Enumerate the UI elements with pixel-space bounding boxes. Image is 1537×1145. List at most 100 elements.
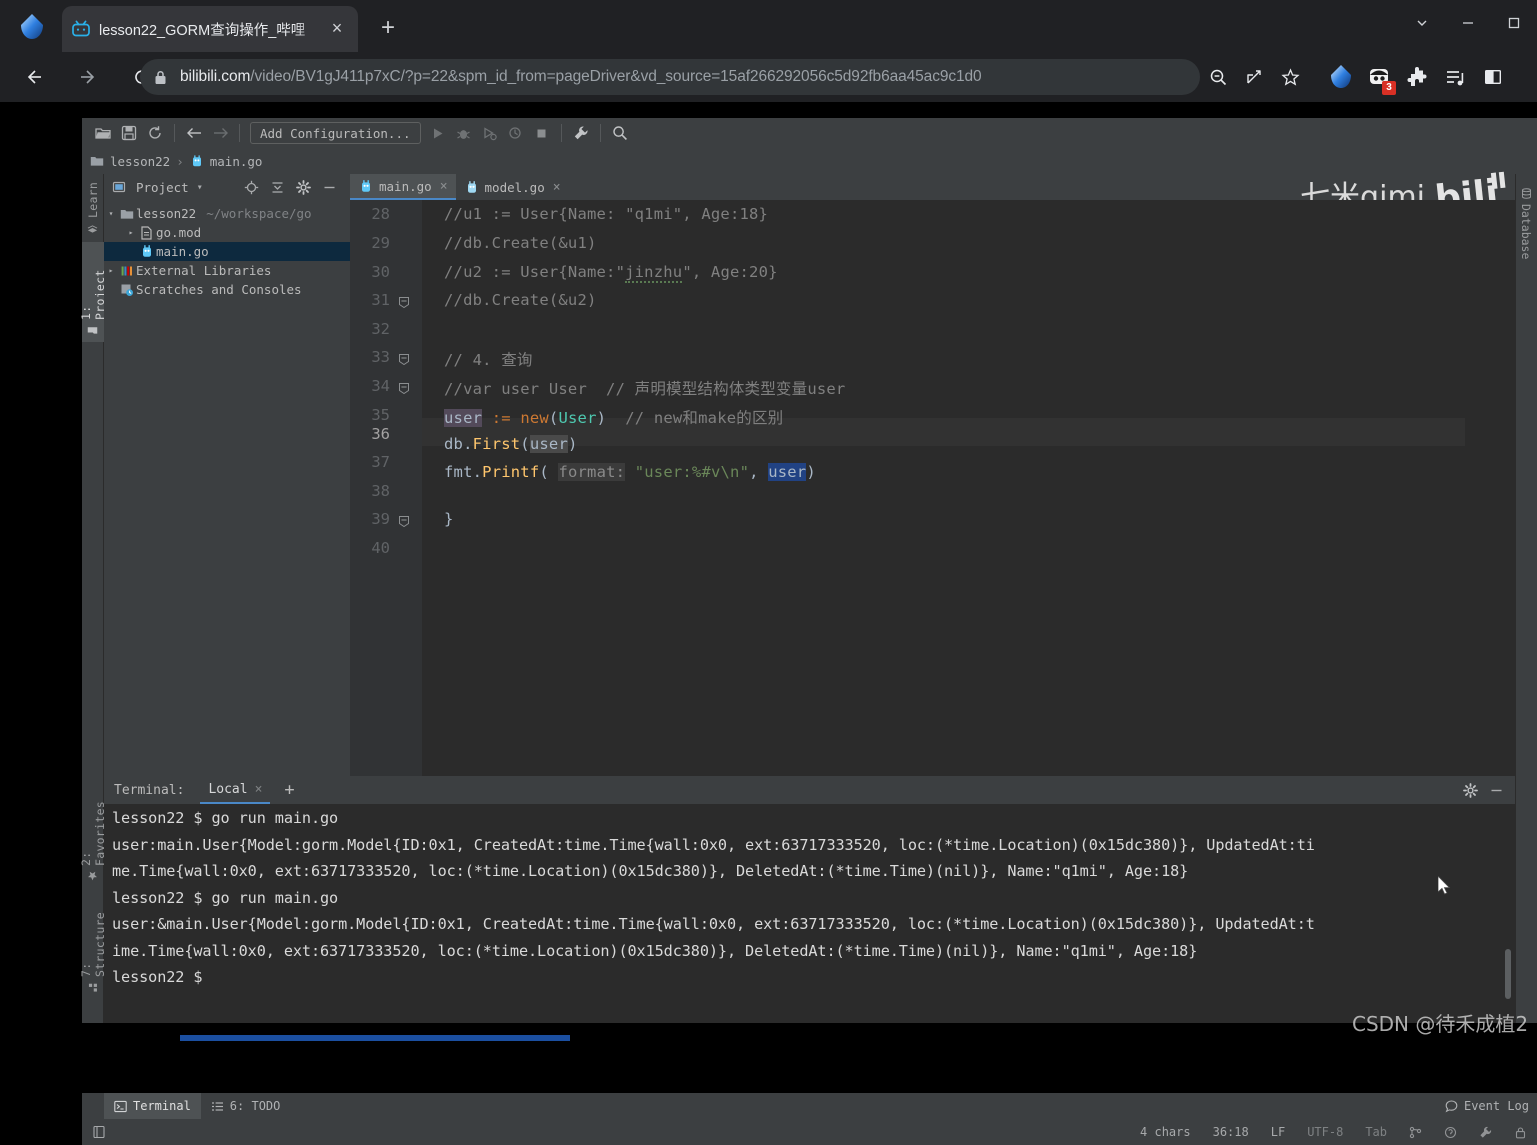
terminal-panel: Terminal: Local × + lesson22 $ go run ma… — [104, 776, 1515, 1023]
code-token-user-type: User — [558, 409, 596, 427]
tree-row-scratches[interactable]: Scratches and Consoles — [104, 280, 350, 299]
sidebar-item-database[interactable]: Database — [1515, 182, 1537, 265]
terminal-line: me.Time{wall:0x0, ext:63717333520, loc:(… — [112, 862, 1515, 889]
maximize-button[interactable] — [1491, 0, 1537, 46]
hide-panel-icon[interactable] — [1483, 778, 1509, 802]
chevron-right-icon[interactable]: ▸ — [124, 228, 138, 237]
sidebar-item-learn[interactable]: Learn — [82, 174, 104, 242]
chevron-right-icon[interactable]: ▸ — [104, 266, 118, 275]
layout-icon[interactable] — [92, 1125, 106, 1139]
sidebar-item-favorites[interactable]: 2: Favorites — [82, 779, 104, 887]
tool-window-terminal[interactable]: Terminal — [104, 1093, 201, 1119]
parameter-hint-format: format: — [558, 463, 625, 481]
side-panel-icon[interactable] — [1474, 59, 1512, 95]
close-icon[interactable]: × — [255, 782, 263, 797]
brand-extension-icon[interactable] — [1322, 59, 1360, 95]
locate-icon[interactable] — [242, 178, 260, 196]
status-indent[interactable]: Tab — [1365, 1125, 1387, 1139]
code-token-first: First — [473, 435, 521, 453]
sidebar-item-structure[interactable]: 7: Structure — [82, 887, 104, 999]
status-caret-position[interactable]: 36:18 — [1213, 1125, 1249, 1139]
status-encoding[interactable]: UTF-8 — [1307, 1125, 1343, 1139]
code-line-36: db.First(user) — [444, 435, 578, 453]
editor-tab-label-main-go: main.go — [379, 179, 432, 194]
editor-gutter[interactable]: 28 29 30 31 32 33 34 35 36 37 38 39 40 — [350, 200, 422, 776]
branch-icon[interactable] — [1409, 1126, 1422, 1139]
event-log-button[interactable]: Event Log — [1445, 1099, 1529, 1113]
gear-icon[interactable] — [1457, 778, 1483, 802]
breadcrumb-label-project: lesson22 — [110, 154, 170, 169]
close-icon[interactable]: × — [553, 180, 561, 195]
navigate-back-icon[interactable] — [181, 121, 207, 145]
run-with-coverage-icon[interactable] — [477, 121, 503, 145]
breadcrumb-item-project[interactable]: lesson22 — [90, 154, 170, 169]
fold-marker-icon[interactable] — [398, 379, 412, 393]
profile-icon[interactable] — [503, 121, 529, 145]
zoom-out-icon[interactable] — [1200, 59, 1236, 95]
new-tab-button[interactable]: + — [372, 12, 404, 44]
back-icon[interactable] — [14, 57, 54, 97]
toolbar-divider — [174, 124, 175, 142]
tree-row-gomod[interactable]: ▸ go.mod — [104, 223, 350, 242]
run-configuration-selector[interactable]: Add Configuration... — [250, 122, 421, 144]
terminal-output[interactable]: lesson22 $ go run main.go user:main.User… — [104, 804, 1515, 1023]
code-line-30-typo: jinzhu — [625, 263, 682, 283]
browser-tab-active[interactable]: lesson22_GORM查询操作_哔哩 × — [62, 6, 358, 52]
tree-row-maingo[interactable]: main.go — [104, 242, 350, 261]
editor-tab-main-go[interactable]: main.go × — [350, 174, 456, 200]
playlist-icon[interactable] — [1436, 59, 1474, 95]
hide-panel-icon[interactable] — [320, 178, 338, 196]
tree-row-external-libraries[interactable]: ▸ External Libraries — [104, 261, 350, 280]
tool-window-todo[interactable]: 6: TODO — [201, 1093, 291, 1119]
line-number: 35 — [356, 406, 390, 424]
close-icon[interactable]: × — [326, 18, 348, 40]
terminal-line: lesson22 $ go run main.go — [112, 809, 1515, 836]
editor-tab-model-go[interactable]: model.go × — [456, 174, 569, 200]
run-icon[interactable] — [425, 121, 451, 145]
close-icon[interactable]: × — [440, 179, 448, 194]
wrench-icon[interactable] — [1479, 1126, 1492, 1139]
status-line-separator[interactable]: LF — [1271, 1125, 1285, 1139]
breadcrumb-label-file: main.go — [210, 154, 263, 169]
terminal-header: Terminal: Local × + — [104, 776, 1515, 804]
search-icon[interactable] — [607, 121, 633, 145]
wrench-icon[interactable] — [568, 121, 594, 145]
terminal-scrollbar[interactable] — [1505, 949, 1511, 999]
bookmark-star-icon[interactable] — [1272, 59, 1308, 95]
chevron-down-icon[interactable]: ▾ — [104, 209, 118, 218]
code-line-30: //u2 := User{Name:"jinzhu", Age:20} — [444, 263, 778, 281]
navigate-forward-icon[interactable] — [207, 121, 233, 145]
collapse-all-icon[interactable] — [268, 178, 286, 196]
code-text-area[interactable]: //u1 := User{Name: "q1mi", Age:18} //db.… — [422, 200, 1517, 776]
minimize-button[interactable] — [1445, 0, 1491, 46]
share-icon[interactable] — [1236, 59, 1272, 95]
tree-row-lesson22[interactable]: ▾ lesson22 ~/workspace/go — [104, 204, 350, 223]
adblock-extension-icon[interactable]: 3 — [1360, 59, 1398, 95]
new-terminal-button[interactable]: + — [284, 780, 294, 800]
open-folder-icon[interactable] — [90, 121, 116, 145]
tree-label-external-libraries: External Libraries — [136, 263, 271, 278]
settings-gear-icon[interactable] — [294, 178, 312, 196]
sync-icon[interactable] — [142, 121, 168, 145]
chevron-down-icon[interactable]: ▾ — [197, 182, 203, 193]
debug-icon[interactable] — [451, 121, 477, 145]
chevron-down-icon[interactable] — [1399, 0, 1445, 46]
line-number: 39 — [356, 510, 390, 528]
lock-icon[interactable] — [1514, 1126, 1527, 1139]
breadcrumb-item-file[interactable]: main.go — [190, 154, 263, 169]
fold-marker-icon[interactable] — [398, 293, 412, 307]
fold-marker-icon[interactable] — [398, 350, 412, 364]
sidebar-item-project[interactable]: 1: Project — [82, 242, 104, 342]
fold-marker-icon[interactable] — [398, 512, 412, 526]
inspections-icon[interactable] — [1444, 1126, 1457, 1139]
save-all-icon[interactable] — [116, 121, 142, 145]
forward-icon[interactable] — [68, 57, 108, 97]
sidebar-label-learn: Learn — [86, 182, 100, 218]
code-editor[interactable]: 28 29 30 31 32 33 34 35 36 37 38 39 40 /… — [350, 200, 1537, 776]
terminal-tab-local[interactable]: Local × — [200, 776, 270, 804]
ide-body: Learn 1: Project 2: Favorites 7: Structu… — [82, 174, 1537, 1023]
stop-icon[interactable] — [529, 121, 555, 145]
puzzle-extensions-icon[interactable] — [1398, 59, 1436, 95]
line-number: 30 — [356, 263, 390, 281]
address-bar[interactable]: bilibili.com/video/BV1gJ411p7xC/?p=22&sp… — [140, 59, 1200, 95]
